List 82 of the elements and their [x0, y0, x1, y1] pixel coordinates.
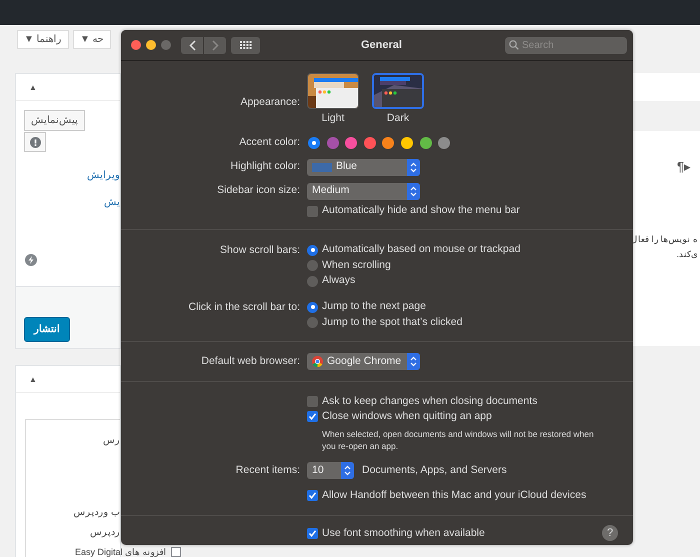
radio-button[interactable] — [307, 317, 318, 328]
checkbox-label[interactable]: Allow Handoff between this Mac and your iCloud devices — [322, 488, 586, 504]
accent-color-dot[interactable] — [400, 136, 413, 149]
search-icon — [509, 40, 519, 50]
checkbox[interactable] — [307, 396, 318, 408]
setting-label: Sidebar icon size: — [217, 184, 300, 196]
stepper-icon — [407, 353, 420, 370]
theme-label: Light — [322, 112, 344, 125]
radio-label[interactable]: Jump to the next page — [322, 299, 426, 316]
setting-text: Documents, Apps, and Servers — [362, 462, 507, 478]
minimize-button[interactable] — [146, 40, 156, 50]
window-title: General — [361, 38, 402, 53]
zoom-button[interactable] — [161, 40, 171, 50]
setting-label: Accent color: — [239, 136, 300, 148]
color-swatch-icon — [312, 162, 332, 172]
popup-menu[interactable]: Medium — [307, 182, 420, 200]
category-item: ردپرس — [89, 526, 120, 540]
radio-button[interactable] — [307, 276, 318, 287]
show-all-button[interactable] — [231, 36, 260, 54]
theme-label: Dark — [386, 112, 410, 125]
checkbox-label[interactable]: Automatically hide and show the menu bar — [322, 203, 520, 220]
category-item: رس — [102, 434, 120, 448]
help-button[interactable]: راهنما ▼ — [17, 30, 69, 49]
help-text: When selected, open documents and windows will not be restored when you re-open an app. — [322, 428, 594, 452]
collapse-arrow[interactable]: ▲ — [29, 375, 37, 384]
preview-button[interactable]: پیش‌نمایش — [24, 110, 85, 131]
setting-label: Appearance: — [240, 96, 300, 108]
edit-link[interactable]: یش — [16, 195, 120, 210]
accent-color-dot[interactable] — [345, 136, 358, 149]
checkbox[interactable] — [170, 547, 181, 557]
publish-button[interactable]: انتشار — [24, 317, 70, 342]
help-button[interactable]: ? — [602, 525, 618, 542]
checkbox[interactable] — [307, 206, 318, 217]
grid-icon — [240, 41, 252, 49]
setting-label: Highlight color: — [230, 160, 300, 172]
accent-color-dot[interactable] — [438, 136, 450, 149]
chevron-left-icon — [188, 40, 196, 50]
close-button[interactable] — [131, 40, 141, 50]
collapse-arrow[interactable]: ▲ — [29, 83, 37, 92]
setting-label: Show scroll bars: — [220, 244, 300, 256]
popup-menu[interactable]: Google Chrome — [307, 353, 420, 370]
edit-link[interactable]: ویرایش — [16, 168, 120, 183]
radio-label[interactable]: Always — [322, 273, 356, 290]
accent-color-dot[interactable] — [382, 136, 394, 149]
checkbox-label[interactable]: Use font smoothing when available — [322, 526, 485, 542]
radio-label[interactable]: Automatically based on mouse or trackpad — [322, 242, 520, 258]
category-item: ب وردپرس — [72, 506, 120, 520]
browser-icon — [312, 356, 323, 368]
checkbox[interactable] — [307, 411, 318, 422]
back-button[interactable] — [181, 36, 203, 54]
checkbox-label[interactable]: Close windows when quitting an app — [322, 408, 492, 425]
stepper-icon — [341, 462, 354, 480]
radio-label[interactable]: Jump to the spot that’s clicked — [322, 314, 462, 331]
chevron-right-icon — [212, 40, 218, 50]
radio-label[interactable]: When scrolling — [322, 258, 391, 274]
checkbox[interactable] — [307, 490, 318, 502]
accent-color-dot[interactable] — [326, 136, 339, 149]
checkbox[interactable] — [307, 528, 318, 540]
paragraph-text: ی‌کند. — [676, 248, 698, 261]
popup-menu[interactable]: 10 — [307, 462, 354, 480]
setting-label: Recent items: — [236, 464, 300, 476]
checkbox-label[interactable]: Ask to keep changes when closing documents — [322, 394, 538, 410]
light-theme-thumbnail[interactable] — [307, 73, 359, 109]
stepper-icon — [407, 182, 420, 200]
paragraph-icon[interactable]: ¶▸ — [677, 159, 693, 174]
setting-label: Default web browser: — [201, 354, 300, 367]
radio-button[interactable] — [307, 260, 318, 272]
accent-color-dot[interactable] — [420, 136, 432, 149]
accent-color-dot[interactable] — [308, 136, 320, 149]
radio-button[interactable] — [307, 302, 318, 313]
info-icon — [30, 136, 40, 148]
popup-menu[interactable]: Blue — [307, 158, 420, 176]
editor-panel — [633, 73, 700, 101]
accent-color-dot[interactable] — [364, 136, 376, 149]
dark-theme-thumbnail[interactable] — [372, 73, 424, 109]
stepper-icon — [407, 158, 420, 176]
lightning-icon — [25, 254, 37, 266]
radio-button[interactable] — [307, 244, 318, 256]
category-item: افزونه های Easy Digital — [75, 547, 167, 557]
icon-button[interactable] — [24, 132, 46, 152]
menu-button[interactable]: حه ▼ — [72, 30, 111, 49]
setting-label: Click in the scroll bar to: — [188, 300, 300, 313]
